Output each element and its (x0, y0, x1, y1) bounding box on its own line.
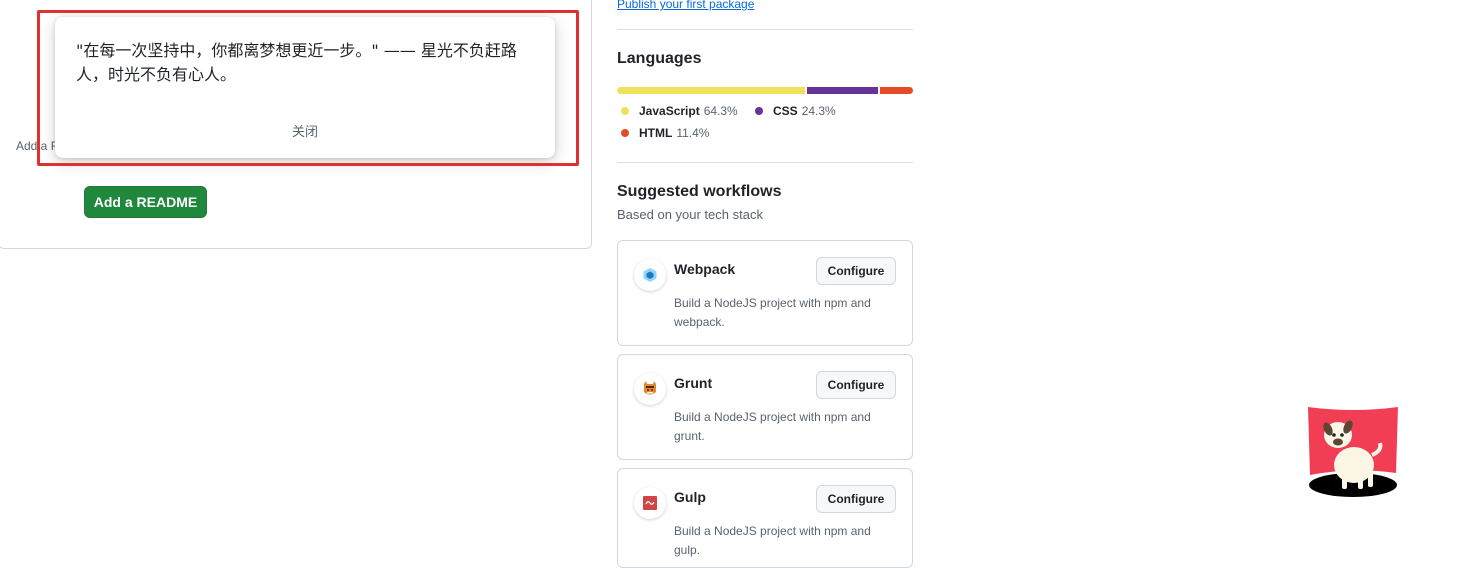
divider (617, 29, 913, 30)
language-percent: 11.4% (676, 126, 710, 140)
language-name: HTML (639, 126, 673, 140)
workflow-name: Webpack (674, 261, 736, 277)
workflow-name: Gulp (674, 489, 706, 505)
popup-highlight-frame (37, 10, 579, 166)
language-name: JavaScript (639, 104, 700, 118)
workflows-subtitle: Based on your tech stack (617, 207, 763, 222)
language-percent: 64.3% (703, 104, 738, 118)
language-bar-javascript (617, 87, 805, 94)
gulp-icon (634, 487, 666, 519)
divider (617, 162, 913, 163)
language-item-css[interactable]: CSS 24.3% (755, 104, 836, 118)
workflow-description: Build a NodeJS project with npm and gulp… (674, 524, 871, 557)
workflows-title: Suggested workflows (617, 183, 782, 200)
workflow-card-webpack: Webpack Configure Build a NodeJS project… (617, 240, 913, 346)
language-name: CSS (773, 104, 798, 118)
configure-button[interactable]: Configure (816, 257, 896, 285)
webpack-icon (634, 259, 666, 291)
languages-title: Languages (617, 50, 702, 67)
workflow-description: Build a NodeJS project with npm and webp… (674, 296, 871, 329)
language-item-html[interactable]: HTML 11.4% (621, 126, 709, 140)
language-dot-icon (621, 129, 629, 137)
workflow-name: Grunt (674, 375, 713, 391)
configure-button[interactable]: Configure (816, 485, 896, 513)
workflow-description: Build a NodeJS project with npm and grun… (674, 410, 871, 443)
workflow-card-grunt: Grunt Configure Build a NodeJS project w… (617, 354, 913, 460)
publish-package-link[interactable]: Publish your first package (617, 0, 754, 11)
grunt-icon (634, 373, 666, 405)
language-percent: 24.3% (801, 104, 836, 118)
languages-bar (617, 87, 913, 94)
language-bar-css (806, 87, 878, 94)
workflow-card-gulp: Gulp Configure Build a NodeJS project wi… (617, 468, 913, 568)
language-dot-icon (621, 107, 629, 115)
language-bar-html (879, 87, 913, 94)
dog-mascot-icon[interactable] (1306, 405, 1400, 499)
language-item-javascript[interactable]: JavaScript 64.3% (621, 104, 738, 118)
add-readme-button[interactable]: Add a README (84, 186, 207, 218)
language-dot-icon (755, 107, 763, 115)
configure-button[interactable]: Configure (816, 371, 896, 399)
